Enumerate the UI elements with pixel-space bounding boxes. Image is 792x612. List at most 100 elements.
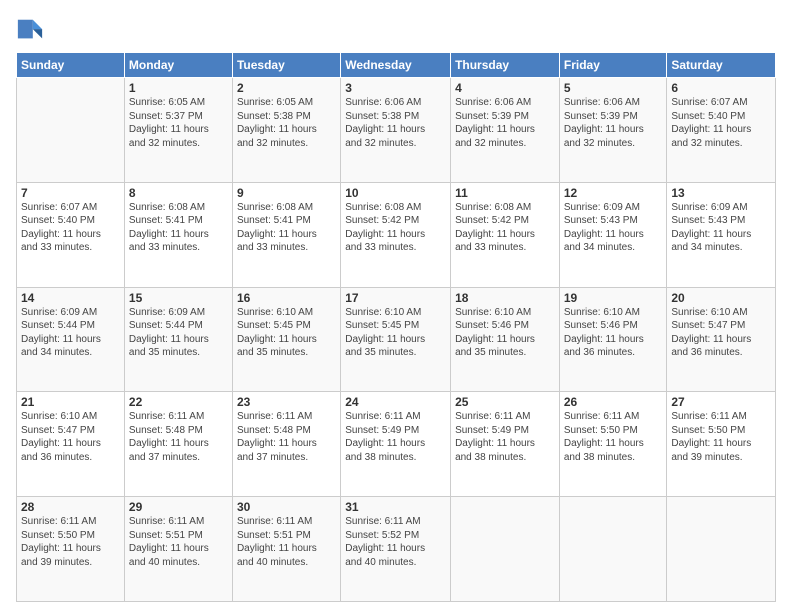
day-cell: 6Sunrise: 6:07 AM Sunset: 5:40 PM Daylig… [667, 78, 776, 183]
day-info: Sunrise: 6:11 AM Sunset: 5:50 PM Dayligh… [671, 410, 771, 464]
day-cell: 28Sunrise: 6:11 AM Sunset: 5:50 PM Dayli… [17, 497, 125, 602]
week-row: 1Sunrise: 6:05 AM Sunset: 5:37 PM Daylig… [17, 78, 776, 183]
col-header-saturday: Saturday [667, 53, 776, 78]
day-number: 7 [21, 186, 120, 200]
day-number: 24 [345, 395, 446, 409]
day-info: Sunrise: 6:10 AM Sunset: 5:47 PM Dayligh… [21, 410, 120, 464]
day-info: Sunrise: 6:11 AM Sunset: 5:50 PM Dayligh… [564, 410, 663, 464]
day-info: Sunrise: 6:10 AM Sunset: 5:46 PM Dayligh… [564, 306, 663, 360]
day-cell: 19Sunrise: 6:10 AM Sunset: 5:46 PM Dayli… [559, 287, 667, 392]
day-number: 12 [564, 186, 663, 200]
day-number: 5 [564, 81, 663, 95]
day-info: Sunrise: 6:07 AM Sunset: 5:40 PM Dayligh… [671, 96, 771, 150]
day-cell: 3Sunrise: 6:06 AM Sunset: 5:38 PM Daylig… [341, 78, 451, 183]
day-cell: 21Sunrise: 6:10 AM Sunset: 5:47 PM Dayli… [17, 392, 125, 497]
day-info: Sunrise: 6:06 AM Sunset: 5:39 PM Dayligh… [455, 96, 555, 150]
day-cell: 15Sunrise: 6:09 AM Sunset: 5:44 PM Dayli… [124, 287, 232, 392]
col-header-thursday: Thursday [451, 53, 560, 78]
day-cell: 27Sunrise: 6:11 AM Sunset: 5:50 PM Dayli… [667, 392, 776, 497]
day-cell: 12Sunrise: 6:09 AM Sunset: 5:43 PM Dayli… [559, 182, 667, 287]
page: SundayMondayTuesdayWednesdayThursdayFrid… [0, 0, 792, 612]
col-header-tuesday: Tuesday [232, 53, 340, 78]
day-info: Sunrise: 6:06 AM Sunset: 5:38 PM Dayligh… [345, 96, 446, 150]
day-cell [17, 78, 125, 183]
week-row: 28Sunrise: 6:11 AM Sunset: 5:50 PM Dayli… [17, 497, 776, 602]
day-number: 21 [21, 395, 120, 409]
day-info: Sunrise: 6:05 AM Sunset: 5:37 PM Dayligh… [129, 96, 228, 150]
day-number: 20 [671, 291, 771, 305]
day-number: 18 [455, 291, 555, 305]
day-number: 26 [564, 395, 663, 409]
day-number: 29 [129, 500, 228, 514]
day-info: Sunrise: 6:08 AM Sunset: 5:41 PM Dayligh… [237, 201, 336, 255]
day-cell [559, 497, 667, 602]
col-header-monday: Monday [124, 53, 232, 78]
day-number: 1 [129, 81, 228, 95]
logo [16, 16, 48, 44]
day-number: 9 [237, 186, 336, 200]
day-cell: 24Sunrise: 6:11 AM Sunset: 5:49 PM Dayli… [341, 392, 451, 497]
day-number: 6 [671, 81, 771, 95]
day-info: Sunrise: 6:11 AM Sunset: 5:51 PM Dayligh… [129, 515, 228, 569]
header-row: SundayMondayTuesdayWednesdayThursdayFrid… [17, 53, 776, 78]
day-number: 15 [129, 291, 228, 305]
day-cell [451, 497, 560, 602]
day-info: Sunrise: 6:08 AM Sunset: 5:41 PM Dayligh… [129, 201, 228, 255]
day-info: Sunrise: 6:11 AM Sunset: 5:49 PM Dayligh… [455, 410, 555, 464]
day-cell: 8Sunrise: 6:08 AM Sunset: 5:41 PM Daylig… [124, 182, 232, 287]
day-number: 2 [237, 81, 336, 95]
day-cell: 26Sunrise: 6:11 AM Sunset: 5:50 PM Dayli… [559, 392, 667, 497]
day-info: Sunrise: 6:11 AM Sunset: 5:51 PM Dayligh… [237, 515, 336, 569]
day-info: Sunrise: 6:09 AM Sunset: 5:44 PM Dayligh… [129, 306, 228, 360]
day-cell: 23Sunrise: 6:11 AM Sunset: 5:48 PM Dayli… [232, 392, 340, 497]
day-number: 14 [21, 291, 120, 305]
day-number: 10 [345, 186, 446, 200]
day-cell: 10Sunrise: 6:08 AM Sunset: 5:42 PM Dayli… [341, 182, 451, 287]
day-info: Sunrise: 6:09 AM Sunset: 5:44 PM Dayligh… [21, 306, 120, 360]
day-info: Sunrise: 6:10 AM Sunset: 5:45 PM Dayligh… [345, 306, 446, 360]
day-number: 13 [671, 186, 771, 200]
day-info: Sunrise: 6:11 AM Sunset: 5:50 PM Dayligh… [21, 515, 120, 569]
day-info: Sunrise: 6:10 AM Sunset: 5:47 PM Dayligh… [671, 306, 771, 360]
calendar: SundayMondayTuesdayWednesdayThursdayFrid… [16, 52, 776, 602]
day-cell: 22Sunrise: 6:11 AM Sunset: 5:48 PM Dayli… [124, 392, 232, 497]
day-number: 31 [345, 500, 446, 514]
day-cell [667, 497, 776, 602]
day-number: 19 [564, 291, 663, 305]
col-header-wednesday: Wednesday [341, 53, 451, 78]
day-cell: 11Sunrise: 6:08 AM Sunset: 5:42 PM Dayli… [451, 182, 560, 287]
day-info: Sunrise: 6:11 AM Sunset: 5:52 PM Dayligh… [345, 515, 446, 569]
day-info: Sunrise: 6:06 AM Sunset: 5:39 PM Dayligh… [564, 96, 663, 150]
day-number: 11 [455, 186, 555, 200]
day-cell: 5Sunrise: 6:06 AM Sunset: 5:39 PM Daylig… [559, 78, 667, 183]
day-number: 17 [345, 291, 446, 305]
day-cell: 31Sunrise: 6:11 AM Sunset: 5:52 PM Dayli… [341, 497, 451, 602]
day-cell: 30Sunrise: 6:11 AM Sunset: 5:51 PM Dayli… [232, 497, 340, 602]
day-number: 27 [671, 395, 771, 409]
day-info: Sunrise: 6:08 AM Sunset: 5:42 PM Dayligh… [345, 201, 446, 255]
logo-icon [16, 16, 44, 44]
day-info: Sunrise: 6:09 AM Sunset: 5:43 PM Dayligh… [564, 201, 663, 255]
col-header-friday: Friday [559, 53, 667, 78]
day-number: 3 [345, 81, 446, 95]
day-cell: 20Sunrise: 6:10 AM Sunset: 5:47 PM Dayli… [667, 287, 776, 392]
day-number: 4 [455, 81, 555, 95]
day-info: Sunrise: 6:11 AM Sunset: 5:48 PM Dayligh… [237, 410, 336, 464]
day-info: Sunrise: 6:11 AM Sunset: 5:49 PM Dayligh… [345, 410, 446, 464]
day-cell: 16Sunrise: 6:10 AM Sunset: 5:45 PM Dayli… [232, 287, 340, 392]
day-cell: 7Sunrise: 6:07 AM Sunset: 5:40 PM Daylig… [17, 182, 125, 287]
day-cell: 13Sunrise: 6:09 AM Sunset: 5:43 PM Dayli… [667, 182, 776, 287]
day-info: Sunrise: 6:11 AM Sunset: 5:48 PM Dayligh… [129, 410, 228, 464]
day-info: Sunrise: 6:10 AM Sunset: 5:45 PM Dayligh… [237, 306, 336, 360]
day-info: Sunrise: 6:07 AM Sunset: 5:40 PM Dayligh… [21, 201, 120, 255]
day-cell: 1Sunrise: 6:05 AM Sunset: 5:37 PM Daylig… [124, 78, 232, 183]
day-cell: 4Sunrise: 6:06 AM Sunset: 5:39 PM Daylig… [451, 78, 560, 183]
day-cell: 25Sunrise: 6:11 AM Sunset: 5:49 PM Dayli… [451, 392, 560, 497]
header [16, 16, 776, 44]
day-cell: 14Sunrise: 6:09 AM Sunset: 5:44 PM Dayli… [17, 287, 125, 392]
week-row: 21Sunrise: 6:10 AM Sunset: 5:47 PM Dayli… [17, 392, 776, 497]
day-number: 16 [237, 291, 336, 305]
day-cell: 9Sunrise: 6:08 AM Sunset: 5:41 PM Daylig… [232, 182, 340, 287]
week-row: 7Sunrise: 6:07 AM Sunset: 5:40 PM Daylig… [17, 182, 776, 287]
week-row: 14Sunrise: 6:09 AM Sunset: 5:44 PM Dayli… [17, 287, 776, 392]
